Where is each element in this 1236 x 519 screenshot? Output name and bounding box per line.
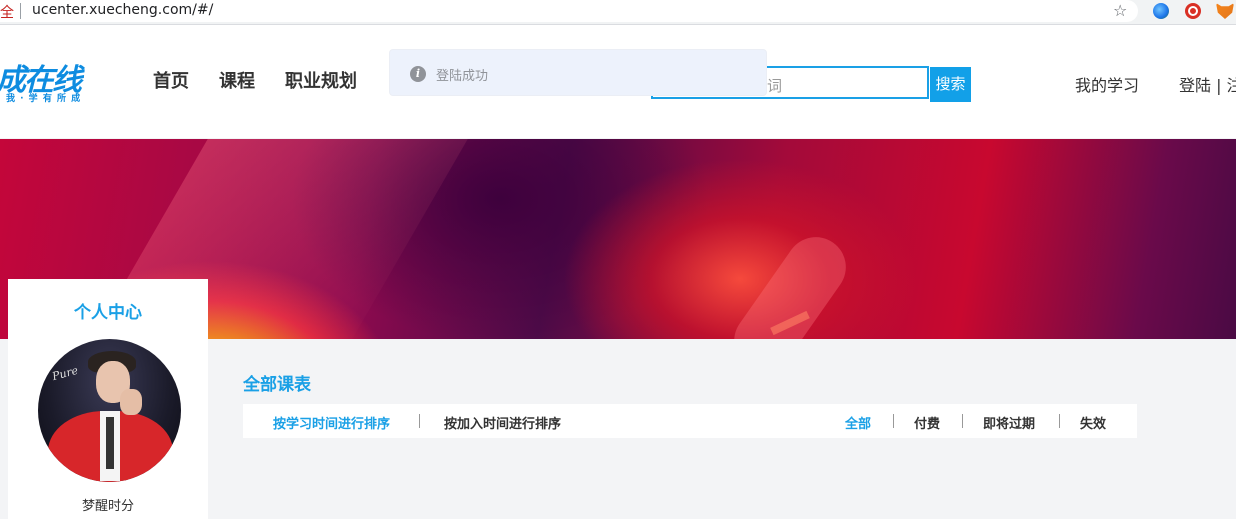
toast-text: 登陆成功 (436, 69, 489, 84)
nav-home[interactable]: 首页 (153, 67, 189, 93)
filter-divider (419, 414, 420, 428)
filter-divider (1059, 414, 1060, 428)
info-icon: i (410, 66, 426, 82)
login-register-link[interactable]: 登陆 | 注 (1179, 72, 1236, 96)
avatar[interactable]: Pure (38, 339, 181, 482)
filter-expiring[interactable]: 即将过期 (983, 413, 1035, 432)
omnibox[interactable]: 全 ucenter.xuecheng.com/#/ ☆ (0, 0, 1138, 22)
toast-message: i 登陆成功 (389, 49, 767, 96)
avatar-tie (106, 417, 114, 469)
extension-globe-icon[interactable] (1153, 3, 1169, 19)
filter-divider (962, 414, 963, 428)
profile-title: 个人中心 (74, 303, 142, 323)
search-placeholder: 词 (767, 77, 783, 95)
url-text[interactable]: ucenter.xuecheng.com/#/ (32, 2, 213, 18)
profile-card: 个人中心 Pure 梦醒时分 (8, 279, 208, 519)
nav-courses[interactable]: 课程 (219, 67, 255, 93)
bookmark-star-icon[interactable]: ☆ (1113, 1, 1127, 20)
filter-expired[interactable]: 失效 (1080, 413, 1106, 432)
security-indicator[interactable]: 全 (0, 2, 14, 22)
filter-paid[interactable]: 付费 (914, 413, 940, 432)
sort-by-study-time[interactable]: 按学习时间进行排序 (273, 413, 390, 432)
search-button[interactable]: 搜索 (930, 67, 971, 102)
omnibox-separator (20, 3, 21, 19)
course-filter-bar: 按学习时间进行排序 按加入时间进行排序 全部 付费 即将过期 失效 (243, 404, 1137, 438)
avatar-text: Pure (50, 363, 80, 384)
section-title: 全部课表 (243, 375, 311, 395)
browser-address-bar: 全 ucenter.xuecheng.com/#/ ☆ (0, 0, 1236, 25)
site-logo-slogan: 我 · 学 有 所 成 (6, 94, 82, 104)
extension-red-icon[interactable] (1185, 3, 1201, 19)
filter-divider (893, 414, 894, 428)
profile-name: 梦醒时分 (81, 499, 134, 514)
avatar-hand (120, 389, 142, 415)
nav-career[interactable]: 职业规划 (285, 67, 357, 93)
metamask-fox-icon[interactable] (1216, 3, 1234, 19)
my-study-link[interactable]: 我的学习 (1075, 72, 1139, 96)
sort-by-join-time[interactable]: 按加入时间进行排序 (444, 413, 561, 432)
filter-all[interactable]: 全部 (845, 413, 871, 432)
